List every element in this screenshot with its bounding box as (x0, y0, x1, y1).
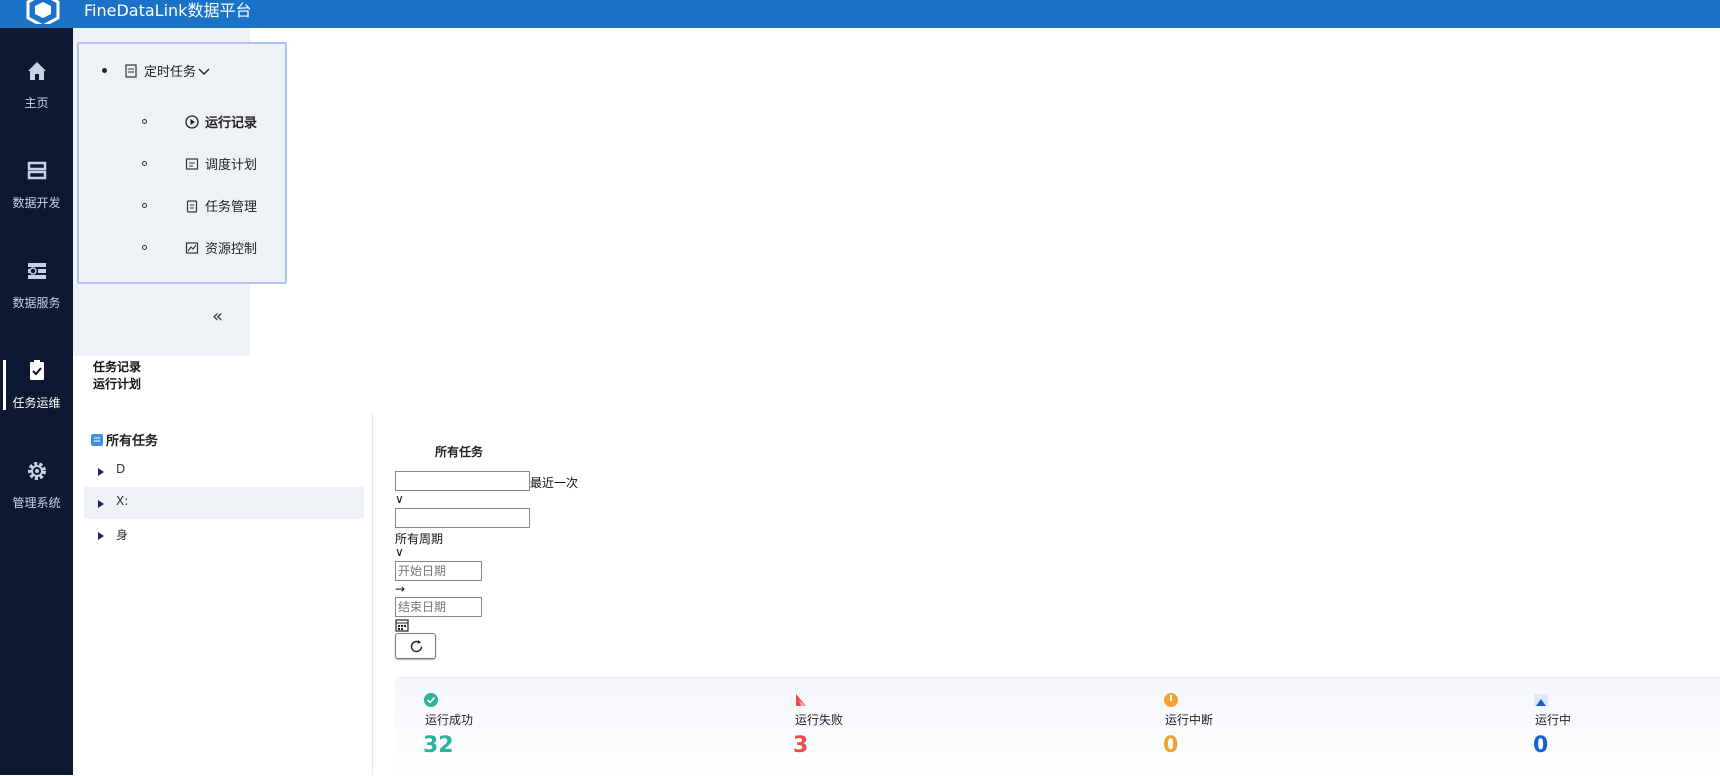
nav-item-data-service[interactable]: 数据服务 (0, 258, 73, 338)
run-stats-panel: 运行成功 32 运行失败 3 运行中断 0 运行中 0 (395, 677, 1720, 775)
collapse-sidebar-button[interactable]: « (212, 306, 223, 327)
app-logo-icon[interactable] (26, 0, 60, 24)
left-nav: 主页 数据开发 数据服务 任务运维 管理系统 (0, 28, 73, 775)
caret-right-icon[interactable] (98, 532, 104, 540)
tree-node[interactable]: X: (84, 487, 364, 519)
tree-node[interactable]: D (84, 455, 364, 487)
stat-value[interactable]: 0 (1533, 733, 1548, 758)
submenu-item-label: 资源控制 (205, 242, 258, 257)
tab-run-plan[interactable]: 运行计划 (93, 375, 141, 392)
task-search-input[interactable] (395, 471, 530, 491)
range-arrow-icon: → (395, 582, 406, 596)
stat-label: 运行中 (1535, 713, 1572, 727)
chevron-down-icon[interactable]: ∨ (395, 492, 404, 506)
nav-item-label: 主页 (24, 96, 49, 110)
stat-label: 运行失败 (795, 713, 844, 727)
success-icon (424, 693, 438, 707)
nav-item-label: 数据服务 (12, 296, 61, 310)
list-bullet (142, 161, 147, 166)
refresh-icon (410, 640, 423, 653)
scheduled-task-icon (125, 63, 137, 78)
tree-root[interactable]: 所有任务 (90, 430, 158, 449)
data-service-icon (27, 263, 46, 279)
submenu-item-run-records[interactable]: 运行记录 (185, 112, 257, 131)
select-input[interactable] (395, 508, 530, 528)
submenu-item-label: 调度计划 (205, 158, 258, 173)
end-date-input[interactable] (395, 597, 482, 617)
nav-item-label: 管理系统 (12, 496, 61, 510)
stat-running: 运行中 0 (1505, 678, 1705, 776)
stat-value[interactable]: 0 (1163, 733, 1178, 758)
submenu-item-label: 运行记录 (205, 116, 258, 131)
chevron-down-icon[interactable]: ∨ (395, 545, 404, 559)
play-circle-icon (185, 114, 199, 129)
resource-control-icon (185, 241, 199, 254)
nav-item-admin[interactable]: 管理系统 (0, 458, 73, 538)
refresh-button[interactable] (395, 633, 436, 659)
filter-title: 所有任务 (435, 445, 484, 459)
task-ops-icon (29, 360, 44, 380)
tree-node-label: X: (116, 494, 129, 508)
nav-item-home[interactable]: 主页 (0, 58, 73, 138)
submenu-group-label: 定时任务 (144, 65, 197, 80)
fail-icon (796, 694, 806, 706)
list-bullet (142, 203, 147, 208)
list-bullet (142, 245, 147, 250)
tree-node-label: 身 (116, 528, 129, 542)
stat-label: 运行中断 (1165, 713, 1214, 727)
stat-value[interactable]: 3 (793, 733, 808, 758)
submenu-item-task-manage[interactable]: 任务管理 (185, 196, 257, 215)
stat-fail: 运行失败 3 (765, 678, 965, 776)
app-title: FineDataLink数据平台 (84, 1, 252, 20)
submenu-item-schedule-plan[interactable]: 调度计划 (185, 154, 257, 173)
tree-root-label: 所有任务 (106, 434, 159, 449)
caret-right-icon[interactable] (98, 500, 104, 508)
task-manage-icon (186, 199, 198, 213)
recent-select[interactable]: 最近一次 (530, 474, 578, 491)
stat-success: 运行成功 32 (395, 678, 595, 776)
submenu-item-label: 任务管理 (205, 200, 258, 215)
submenu-item-resource-control[interactable]: 资源控制 (185, 238, 257, 257)
interrupt-icon (1164, 693, 1178, 707)
tree-node-label: D (116, 462, 126, 476)
stat-label: 运行成功 (425, 713, 474, 727)
submenu-group-scheduled[interactable]: 定时任务 (124, 61, 210, 80)
stat-value[interactable]: 32 (423, 733, 454, 758)
caret-right-icon[interactable] (98, 468, 104, 476)
folder-icon (91, 433, 103, 446)
tree-node[interactable]: 身 (84, 519, 364, 551)
running-icon (1534, 694, 1548, 706)
top-bar: FineDataLink数据平台 (0, 0, 1720, 28)
nav-item-data-dev[interactable]: 数据开发 (0, 158, 73, 238)
nav-item-task-ops[interactable]: 任务运维 (0, 358, 73, 438)
schedule-icon (185, 157, 199, 170)
nav-item-label: 数据开发 (12, 196, 61, 210)
calendar-icon[interactable] (395, 618, 409, 632)
list-bullet (142, 119, 147, 124)
gear-icon (27, 462, 46, 480)
start-date-input[interactable] (395, 561, 482, 581)
stat-interrupt: 运行中断 0 (1135, 678, 1335, 776)
home-icon (27, 62, 46, 80)
list-bullet (102, 68, 107, 73)
data-dev-icon (27, 161, 46, 180)
nav-item-label: 任务运维 (12, 396, 61, 410)
chevron-down-icon (198, 68, 210, 75)
tab-task-records[interactable]: 任务记录 (93, 358, 141, 375)
